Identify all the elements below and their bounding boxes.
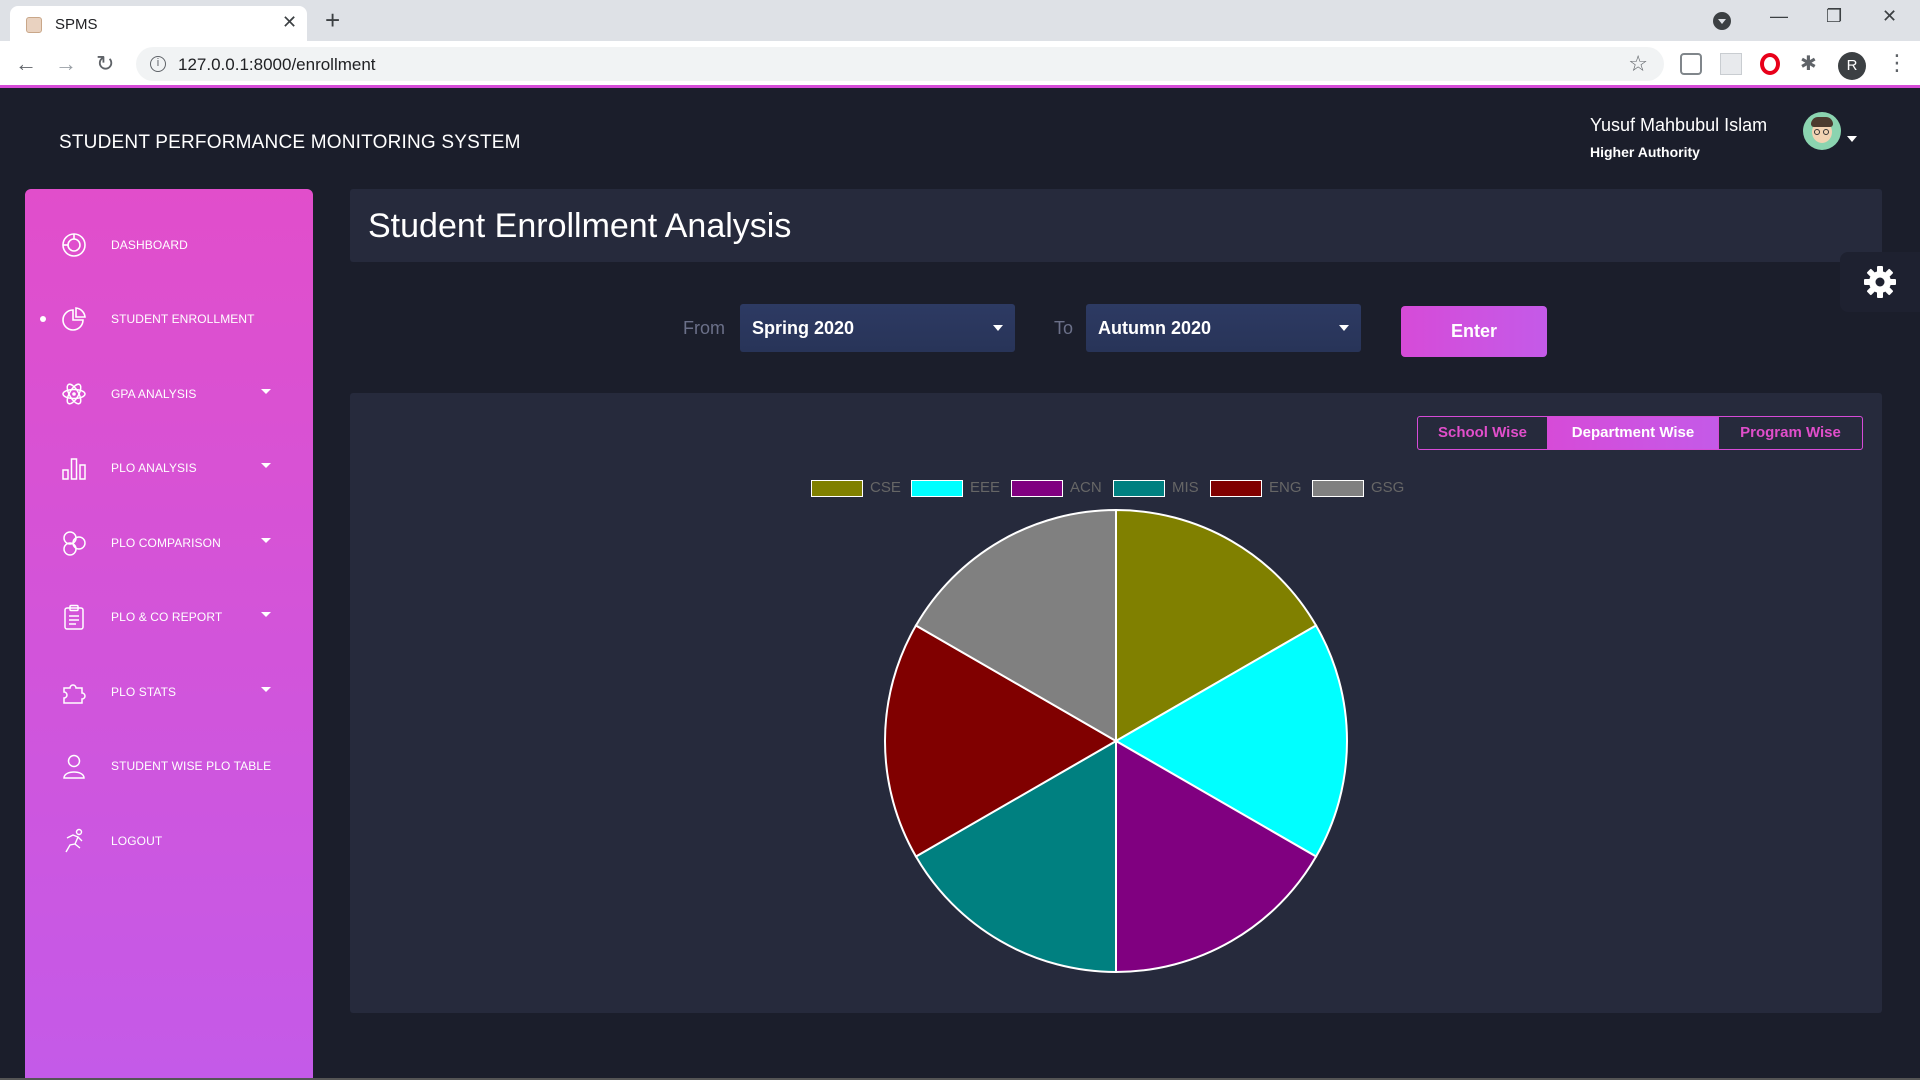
chevron-down-icon (261, 389, 271, 394)
sidebar-item-label: LOGOUT (111, 834, 163, 848)
restore-icon[interactable]: ❐ (1826, 6, 1842, 27)
chevron-down-icon (261, 463, 271, 468)
bar-chart-icon (62, 458, 86, 480)
sidebar-item-label: PLO & CO REPORT (111, 610, 223, 624)
dashboard-icon (62, 233, 86, 257)
user-role: Higher Authority (1590, 144, 1700, 160)
active-indicator (40, 316, 46, 322)
atom-icon (62, 383, 86, 405)
page-header: Student Enrollment Analysis (350, 189, 1882, 262)
browser-menu-icon[interactable]: ⋮ (1886, 50, 1908, 76)
chevron-down-icon (1339, 325, 1349, 331)
enter-button[interactable]: Enter (1401, 306, 1547, 357)
to-semester-select[interactable]: Autumn 2020 (1086, 304, 1361, 352)
browser-tab[interactable]: SPMS ✕ (10, 6, 307, 41)
new-tab-icon[interactable]: + (325, 5, 340, 36)
sidebar: DASHBOARD STUDENT ENROLLMENT GPA ANALYSI… (25, 189, 313, 1080)
sidebar-item-plo-comparison[interactable]: PLO COMPARISON (25, 518, 313, 568)
avatar-eye (1823, 129, 1829, 135)
chevron-down-icon (993, 325, 1003, 331)
runner-icon (65, 828, 83, 853)
sidebar-item-label: STUDENT ENROLLMENT (111, 312, 255, 326)
chevron-down-icon (261, 538, 271, 543)
sidebar-item-label: STUDENT WISE PLO TABLE (111, 759, 272, 773)
avatar-eye (1814, 129, 1820, 135)
from-label: From (683, 318, 725, 338)
sidebar-item-gpa-analysis[interactable]: GPA ANALYSIS (25, 369, 313, 419)
browser-tab-strip: SPMS ✕ + — ❐ ✕ (0, 0, 1920, 41)
sidebar-item-label: PLO COMPARISON (111, 536, 221, 550)
chevron-down-icon (261, 687, 271, 692)
camera-extension-icon[interactable] (1680, 53, 1702, 75)
chart-panel: School Wise Department Wise Program Wise… (350, 393, 1882, 1013)
page-title: Student Enrollment Analysis (368, 207, 792, 245)
puzzle-icon (63, 684, 86, 704)
forward-icon[interactable]: → (55, 51, 77, 77)
sidebar-item-plo-analysis[interactable]: PLO ANALYSIS (25, 443, 313, 493)
sidebar-item-label: PLO STATS (111, 685, 177, 699)
bookmark-star-icon[interactable]: ☆ (1628, 51, 1648, 77)
from-semester-value: Spring 2020 (752, 318, 855, 338)
avatar[interactable] (1803, 112, 1841, 150)
extensions-puzzle-icon[interactable]: ✱ (1800, 51, 1822, 75)
to-semester-value: Autumn 2020 (1098, 318, 1212, 338)
circles-icon (63, 531, 86, 556)
site-info-icon[interactable]: i (150, 56, 166, 72)
close-tab-icon[interactable]: ✕ (282, 12, 297, 33)
pie-chart-icon (62, 307, 86, 331)
enrollment-pie-chart (884, 508, 1348, 974)
to-label: To (1054, 318, 1074, 338)
sidebar-item-label: PLO ANALYSIS (111, 461, 197, 475)
clipboard-icon (64, 604, 84, 630)
gear-icon (1864, 266, 1896, 298)
settings-button[interactable] (1840, 252, 1920, 312)
user-name[interactable]: Yusuf Mahbubul Islam (1590, 115, 1767, 136)
user-menu-caret-icon[interactable] (1847, 136, 1857, 142)
minimize-icon[interactable]: — (1770, 6, 1788, 27)
url-text[interactable]: 127.0.0.1:8000/enrollment (178, 55, 376, 75)
tab-search-icon[interactable] (1713, 12, 1731, 30)
sidebar-item-student-wise-plo-table[interactable]: STUDENT WISE PLO TABLE (25, 741, 313, 791)
opera-extension-icon[interactable] (1760, 53, 1780, 75)
favicon-icon (26, 17, 42, 33)
reload-icon[interactable]: ↻ (96, 51, 114, 77)
tab-title: SPMS (55, 16, 98, 33)
avatar-hair (1811, 117, 1833, 127)
browser-toolbar: ← → ↻ i 127.0.0.1:8000/enrollment ☆ ✱ (0, 41, 1920, 88)
sidebar-item-plo-stats[interactable]: PLO STATS (25, 667, 313, 717)
sidebar-item-logout[interactable]: LOGOUT (25, 816, 313, 866)
address-bar[interactable]: i 127.0.0.1:8000/enrollment ☆ (136, 47, 1664, 81)
extension-icon[interactable] (1720, 53, 1742, 75)
user-icon (63, 754, 85, 779)
app-title: STUDENT PERFORMANCE MONITORING SYSTEM (59, 132, 521, 153)
sidebar-item-dashboard[interactable]: DASHBOARD (25, 220, 313, 270)
chevron-down-icon (261, 612, 271, 617)
sidebar-item-label: GPA ANALYSIS (111, 387, 197, 401)
browser-profile-avatar[interactable]: R (1838, 52, 1866, 80)
sidebar-item-label: DASHBOARD (111, 238, 188, 252)
sidebar-item-plo-co-report[interactable]: PLO & CO REPORT (25, 592, 313, 642)
back-icon[interactable]: ← (15, 51, 37, 77)
sidebar-item-student-enrollment[interactable]: STUDENT ENROLLMENT (25, 294, 313, 344)
close-window-icon[interactable]: ✕ (1882, 6, 1897, 27)
from-semester-select[interactable]: Spring 2020 (740, 304, 1015, 352)
